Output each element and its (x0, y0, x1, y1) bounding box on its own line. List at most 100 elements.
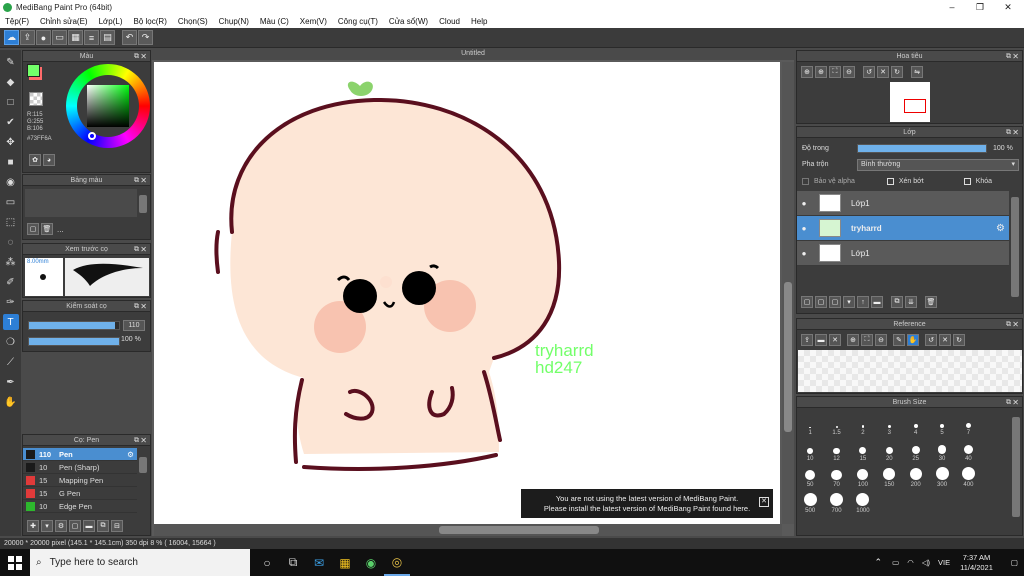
brush-item-g-pen[interactable]: 15 G Pen (23, 487, 137, 500)
duplicate-layer-icon[interactable]: ⧉ (891, 296, 903, 308)
undo-icon[interactable]: ↶ (122, 30, 137, 45)
zoom-in-icon[interactable]: ⊕ (801, 66, 813, 78)
eyedropper-swatch-icon[interactable]: ◕ (43, 154, 55, 166)
brush-item-pen-sharp[interactable]: 10 Pen (Sharp) (23, 461, 137, 474)
close-icon[interactable]: ✕ (140, 301, 147, 312)
menu-select[interactable]: Chọn(S) (173, 17, 214, 26)
select-tool-icon[interactable]: ⬚ (3, 214, 19, 230)
maximize-icon[interactable]: ⧉ (134, 175, 139, 186)
brush-size-option[interactable]: 3 (877, 411, 902, 436)
visibility-icon[interactable]: ● (797, 249, 811, 258)
layer-row[interactable]: ● Lớp1 (797, 191, 1009, 216)
brush-list-scrollbar[interactable] (139, 457, 147, 473)
menu-snap[interactable]: Chụp(N) (214, 17, 255, 26)
brush-size-option[interactable]: 15 (850, 437, 875, 462)
grid-icon[interactable]: ▦ (68, 30, 83, 45)
text-tool-icon[interactable]: T (2, 314, 19, 330)
balloon-tool-icon[interactable]: ❍ (3, 334, 19, 350)
brush-size-option[interactable]: 30 (930, 437, 955, 462)
reference-reset-icon[interactable]: ✕ (939, 334, 951, 346)
select-eraser-icon[interactable]: ✑ (3, 294, 19, 310)
maximize-icon[interactable]: ⧉ (134, 51, 139, 62)
color-wheel[interactable] (66, 64, 150, 148)
cortana-icon[interactable]: ○ (254, 549, 280, 576)
palette-icon[interactable]: ✿ (29, 154, 41, 166)
maximize-icon[interactable]: ⧉ (1006, 397, 1011, 408)
menu-edit[interactable]: Chỉnh sửa(E) (35, 17, 94, 26)
save-icon[interactable]: ⇪ (20, 30, 35, 45)
task-view-icon[interactable]: ⧉ (280, 549, 306, 576)
new-layer-3-icon[interactable]: ▢ (829, 296, 841, 308)
reference-folder-icon[interactable]: ▬ (815, 334, 827, 346)
protect-alpha-checkbox[interactable] (802, 178, 809, 185)
close-icon[interactable]: ✕ (1012, 127, 1019, 138)
close-button[interactable]: ✕ (994, 0, 1022, 14)
reference-fit-icon[interactable]: ⛶ (861, 334, 873, 346)
hand-pen-icon[interactable]: ✒ (3, 374, 19, 390)
reference-open-icon[interactable]: ⇪ (801, 334, 813, 346)
brush-size-option[interactable]: 7 (956, 411, 981, 436)
reference-close-icon[interactable]: ✕ (829, 334, 841, 346)
brush-size-value[interactable]: 110 (123, 320, 145, 331)
brush-delete-icon[interactable]: ⊟ (111, 520, 123, 532)
brush-size-option[interactable]: 2 (850, 411, 875, 436)
mail-icon[interactable]: ✉ (306, 549, 332, 576)
rotate-right-icon[interactable]: ↻ (891, 66, 903, 78)
layer-row[interactable]: ● tryharrd ⚙ (797, 216, 1009, 241)
merge-layer-icon[interactable]: ⇊ (905, 296, 917, 308)
maximize-button[interactable]: ❐ (966, 0, 994, 14)
brush-size-option[interactable]: 500 (798, 489, 823, 514)
close-icon[interactable]: ✕ (1012, 397, 1019, 408)
magic-wand-icon[interactable]: ⁂ (3, 254, 19, 270)
drawing-canvas[interactable]: tryharrd hd247 (154, 62, 780, 524)
brush-copy-icon[interactable]: ▢ (69, 520, 81, 532)
brush-size-option[interactable]: 1.5 (824, 411, 849, 436)
brush-size-option[interactable]: 40 (956, 437, 981, 462)
close-icon[interactable]: ✕ (140, 244, 147, 255)
bucket-tool-icon[interactable]: ◉ (3, 174, 19, 190)
visibility-icon[interactable]: ● (797, 199, 811, 208)
delete-palette-icon[interactable]: 🗑 (41, 223, 53, 235)
gear-icon[interactable]: ⚙ (127, 450, 134, 459)
brush-opacity-slider[interactable] (28, 337, 120, 346)
minimize-button[interactable]: – (938, 0, 966, 14)
medibang-taskbar-icon[interactable]: ◉ (358, 549, 384, 576)
gradient-tool-icon[interactable]: ▭ (3, 194, 19, 210)
rotate-left-icon[interactable]: ↺ (863, 66, 875, 78)
lasso-tool-icon[interactable]: ◌ (3, 234, 19, 250)
menu-view[interactable]: Xem(V) (295, 17, 333, 26)
close-icon[interactable]: ✕ (140, 175, 147, 186)
select-pen-icon[interactable]: ✐ (3, 274, 19, 290)
brush-size-option[interactable]: 700 (824, 489, 849, 514)
redo-icon[interactable]: ↷ (138, 30, 153, 45)
document-tab[interactable]: Untitled (152, 48, 794, 60)
brush-size-option[interactable]: 100 (850, 463, 875, 488)
taskbar-search-box[interactable]: ⌕ Type here to search (30, 549, 250, 576)
brush-size-option[interactable]: 50 (798, 463, 823, 488)
list-icon[interactable]: ≡ (84, 30, 99, 45)
close-icon[interactable]: ✕ (140, 435, 147, 446)
menu-cloud[interactable]: Cloud (434, 17, 466, 26)
brush-menu-icon[interactable]: ▾ (41, 520, 53, 532)
reference-zoom-out-icon[interactable]: ⊖ (875, 334, 887, 346)
reference-rotate-left-icon[interactable]: ↺ (925, 334, 937, 346)
reset-icon[interactable]: ✕ (877, 66, 889, 78)
chrome-icon[interactable]: ◎ (384, 549, 410, 576)
brush-size-slider[interactable] (28, 321, 120, 330)
palette-scrollbar[interactable] (139, 195, 147, 213)
gear-icon[interactable]: ⚙ (996, 223, 1005, 234)
notice-close-icon[interactable]: ✕ (759, 497, 769, 507)
comment-icon[interactable]: ▭ (52, 30, 67, 45)
reference-canvas[interactable] (798, 350, 1022, 392)
close-icon[interactable]: ✕ (1012, 319, 1019, 330)
brush-item-mapping-pen[interactable]: 15 Mapping Pen (23, 474, 137, 487)
reference-zoom-in-icon[interactable]: ⊕ (847, 334, 859, 346)
palette-more[interactable]: ... (57, 225, 64, 234)
maximize-icon[interactable]: ⧉ (134, 435, 139, 446)
layer-folder-icon[interactable]: ▬ (871, 296, 883, 308)
brush-tool-icon[interactable]: ✎ (3, 54, 19, 70)
clock[interactable]: 7:37 AM 11/4/2021 (954, 553, 1011, 573)
brush-size-scrollbar[interactable] (1012, 417, 1020, 517)
canvas-vertical-scrollbar[interactable] (782, 62, 794, 524)
brush-size-option[interactable]: 12 (824, 437, 849, 462)
